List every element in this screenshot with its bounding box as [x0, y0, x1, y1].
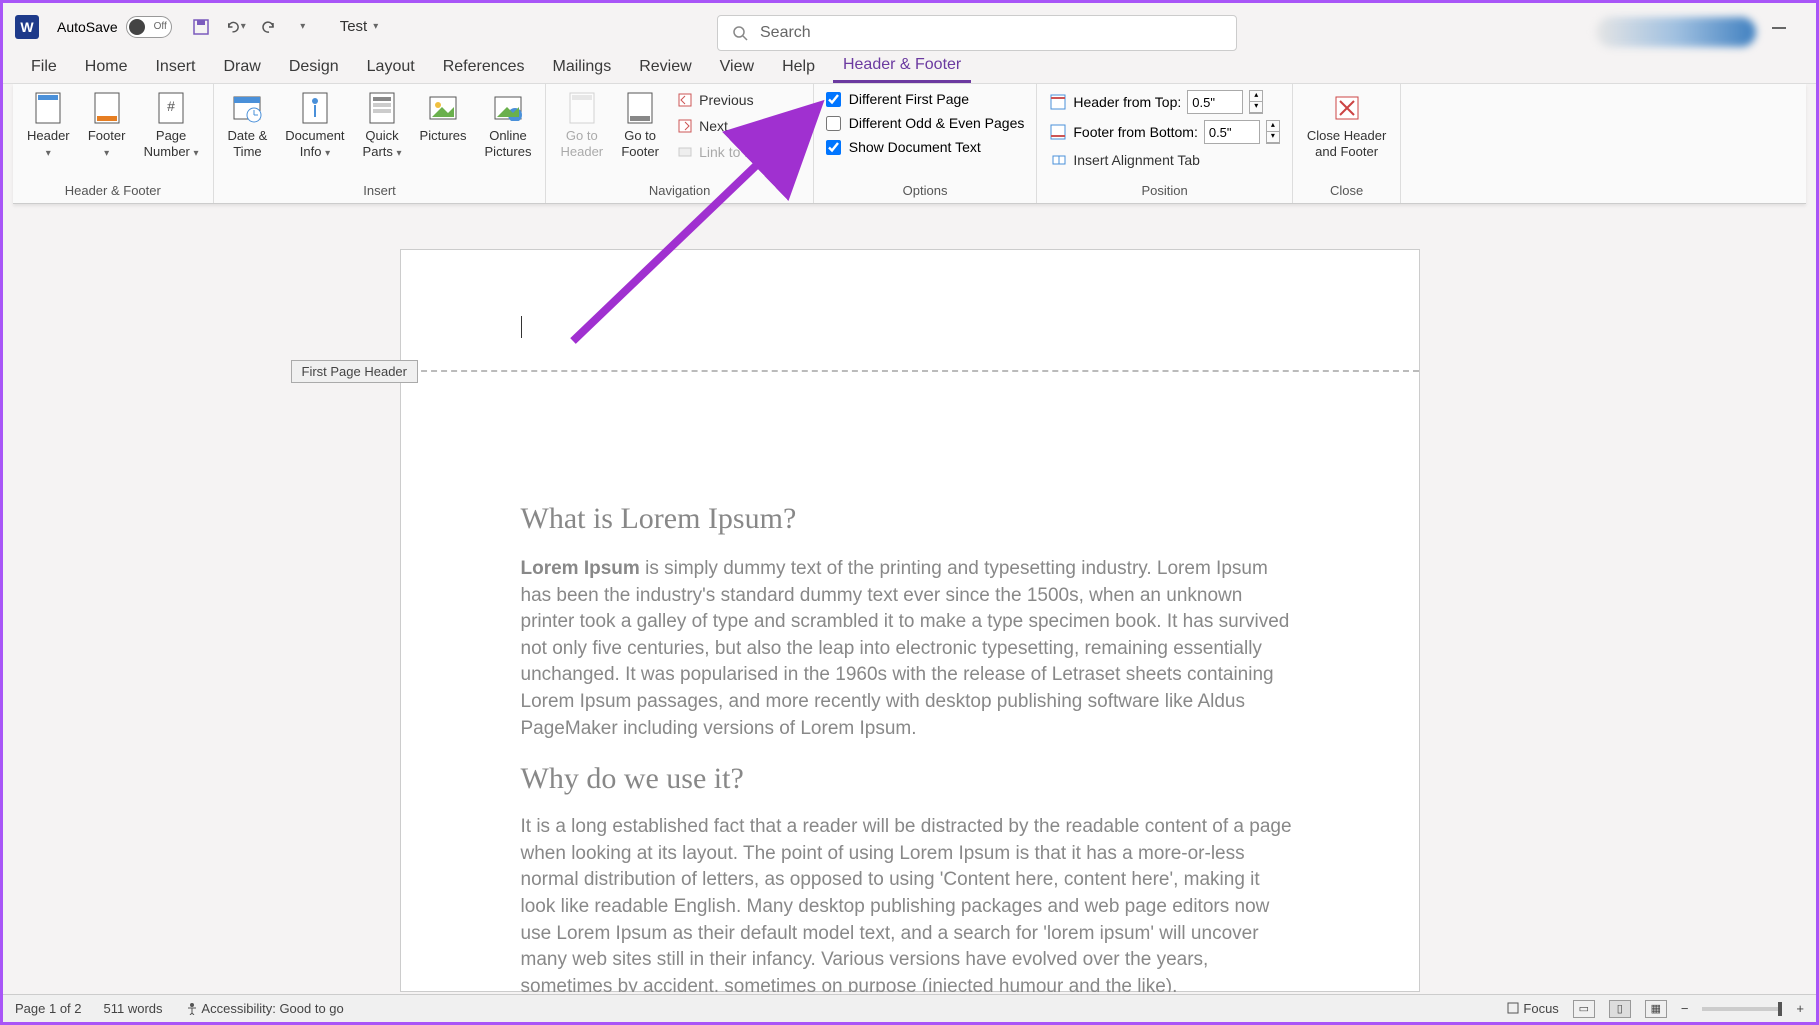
zoom-out-button[interactable]: − — [1681, 1001, 1689, 1016]
document-info-button[interactable]: Document Info ▾ — [279, 88, 350, 164]
paragraph-2: It is a long established fact that a rea… — [521, 814, 1299, 992]
header-boundary — [401, 370, 1419, 372]
paragraph-1: Lorem Ipsum is simply dummy text of the … — [521, 556, 1299, 742]
autosave-label: AutoSave — [57, 19, 118, 35]
different-odd-even-checkbox[interactable]: Different Odd & Even Pages — [822, 112, 1029, 134]
footer-from-bottom-row: Footer from Bottom: ▴▾ — [1045, 118, 1283, 146]
undo-button[interactable]: ▾ — [224, 16, 246, 38]
accessibility-icon — [185, 1001, 199, 1015]
link-to-previous-button: Link to Previous — [671, 140, 805, 164]
different-first-page-checkbox[interactable]: Different First Page — [822, 88, 1029, 110]
focus-icon — [1506, 1001, 1520, 1015]
status-page[interactable]: Page 1 of 2 — [15, 1001, 82, 1016]
word-app-icon: W — [15, 15, 39, 39]
first-page-header-tag: First Page Header — [291, 360, 419, 383]
tab-help[interactable]: Help — [772, 52, 825, 82]
zoom-in-button[interactable]: + — [1796, 1001, 1804, 1016]
ribbon: Header▾ Footer▾ #Page Number ▾ Header & … — [13, 84, 1806, 204]
footer-bottom-icon — [1049, 123, 1067, 141]
online-pictures-button[interactable]: Online Pictures — [479, 88, 538, 163]
customize-qat-button[interactable]: ▾ — [292, 16, 314, 38]
next-icon — [677, 118, 693, 134]
focus-mode-button[interactable]: Focus — [1506, 1001, 1559, 1016]
link-icon — [677, 144, 693, 160]
document-title[interactable]: Test▾ — [340, 18, 379, 35]
header-from-top-input[interactable] — [1187, 90, 1243, 114]
tab-references[interactable]: References — [433, 52, 535, 82]
go-to-header-button: Go to Header — [554, 88, 609, 163]
text-cursor — [521, 316, 522, 338]
header-top-icon — [1049, 93, 1067, 111]
status-accessibility[interactable]: Accessibility: Good to go — [185, 1001, 344, 1016]
tab-draw[interactable]: Draw — [213, 52, 270, 82]
previous-button[interactable]: Previous — [671, 88, 805, 112]
tab-file[interactable]: File — [21, 52, 67, 82]
ribbon-tabs: File Home Insert Draw Design Layout Refe… — [3, 50, 1816, 84]
footer-button[interactable]: Footer▾ — [82, 88, 132, 164]
go-to-footer-button[interactable]: Go to Footer — [615, 88, 665, 163]
heading-1: What is Lorem Ipsum? — [521, 498, 1299, 540]
print-layout-button[interactable]: ▯ — [1609, 1000, 1631, 1018]
document-body: What is Lorem Ipsum? Lorem Ipsum is simp… — [401, 370, 1419, 992]
tab-insert[interactable]: Insert — [145, 52, 205, 82]
close-header-footer-button[interactable]: Close Header and Footer — [1301, 88, 1393, 163]
status-bar: Page 1 of 2 511 words Accessibility: Goo… — [3, 994, 1816, 1022]
group-label-close: Close — [1301, 180, 1393, 201]
group-label-header-footer: Header & Footer — [21, 180, 205, 201]
redo-button[interactable] — [258, 16, 280, 38]
search-icon — [732, 25, 748, 41]
footer-bottom-spinner[interactable]: ▴▾ — [1266, 120, 1280, 144]
tab-view[interactable]: View — [710, 52, 764, 82]
pictures-button[interactable]: Pictures — [414, 88, 473, 148]
previous-icon — [677, 92, 693, 108]
tab-home[interactable]: Home — [75, 52, 138, 82]
search-input[interactable]: Search — [717, 15, 1237, 51]
header-button[interactable]: Header▾ — [21, 88, 76, 164]
read-mode-button[interactable]: ▭ — [1573, 1000, 1595, 1018]
group-label-options: Options — [822, 180, 1029, 201]
footer-from-bottom-input[interactable] — [1204, 120, 1260, 144]
autosave-toggle[interactable]: AutoSave Off — [57, 16, 172, 38]
status-words[interactable]: 511 words — [104, 1001, 163, 1016]
web-layout-button[interactable]: ▦ — [1645, 1000, 1667, 1018]
group-label-insert: Insert — [222, 180, 538, 201]
quick-parts-button[interactable]: Quick Parts ▾ — [357, 88, 408, 164]
minimize-button[interactable] — [1772, 27, 1786, 29]
show-document-text-checkbox[interactable]: Show Document Text — [822, 136, 1029, 158]
title-bar: W AutoSave Off ▾ ▾ Test▾ Search — [3, 3, 1816, 50]
tab-review[interactable]: Review — [629, 52, 701, 82]
svg-text:#: # — [167, 98, 175, 114]
header-top-spinner[interactable]: ▴▾ — [1249, 90, 1263, 114]
document-canvas[interactable]: First Page Header What is Lorem Ipsum? L… — [3, 203, 1816, 992]
date-time-button[interactable]: Date & Time — [222, 88, 274, 163]
header-area[interactable] — [401, 250, 1419, 370]
page-number-button[interactable]: #Page Number ▾ — [138, 88, 205, 164]
next-button[interactable]: Next — [671, 114, 805, 138]
document-page: First Page Header What is Lorem Ipsum? L… — [400, 249, 1420, 992]
group-label-navigation: Navigation — [554, 180, 804, 201]
insert-alignment-tab-button[interactable]: Insert Alignment Tab — [1045, 148, 1283, 172]
tab-header-footer[interactable]: Header & Footer — [833, 50, 971, 83]
header-from-top-row: Header from Top: ▴▾ — [1045, 88, 1283, 116]
tab-design[interactable]: Design — [279, 52, 349, 82]
group-label-position: Position — [1045, 180, 1283, 201]
close-icon — [1332, 93, 1362, 123]
alignment-tab-icon — [1051, 152, 1067, 168]
tab-mailings[interactable]: Mailings — [543, 52, 622, 82]
heading-2: Why do we use it? — [521, 758, 1299, 800]
user-account[interactable] — [1596, 17, 1756, 47]
zoom-slider[interactable] — [1702, 1007, 1782, 1011]
save-button[interactable] — [190, 16, 212, 38]
tab-layout[interactable]: Layout — [357, 52, 425, 82]
